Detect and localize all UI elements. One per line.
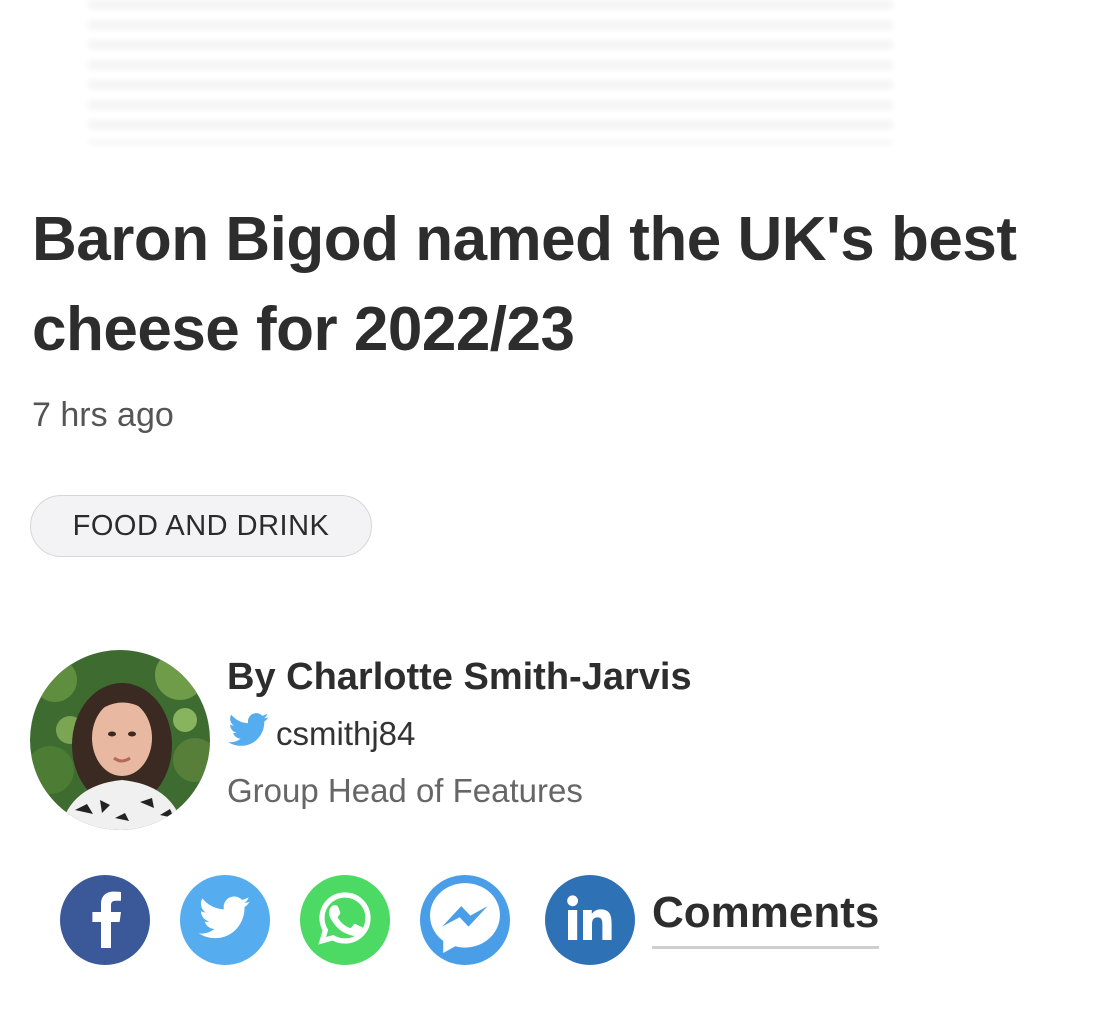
twitter-handle: csmithj84 bbox=[276, 715, 416, 752]
whatsapp-share-button[interactable] bbox=[300, 875, 390, 965]
author-byline[interactable]: By Charlotte Smith-Jarvis bbox=[227, 656, 692, 699]
author-avatar[interactable] bbox=[30, 650, 210, 830]
messenger-share-button[interactable] bbox=[420, 875, 510, 965]
linkedin-share-button[interactable] bbox=[545, 875, 635, 965]
article-headline: Baron Bigod named the UK's best cheese f… bbox=[32, 205, 1017, 364]
author-twitter[interactable]: csmithj84 bbox=[228, 713, 415, 755]
linkedin-icon bbox=[562, 890, 618, 951]
twitter-bird-icon bbox=[228, 713, 270, 755]
twitter-share-button[interactable] bbox=[180, 875, 270, 965]
messenger-icon bbox=[422, 875, 508, 966]
twitter-icon bbox=[198, 896, 251, 945]
author-role: Group Head of Features bbox=[227, 772, 583, 809]
comments-link[interactable]: Comments bbox=[652, 888, 880, 949]
article-timestamp: 7 hrs ago bbox=[32, 396, 174, 434]
whatsapp-icon bbox=[313, 886, 377, 955]
facebook-icon bbox=[85, 888, 125, 953]
facebook-share-button[interactable] bbox=[60, 875, 150, 965]
blurred-header-text bbox=[88, 0, 893, 145]
category-tag[interactable]: FOOD AND DRINK bbox=[30, 495, 372, 557]
